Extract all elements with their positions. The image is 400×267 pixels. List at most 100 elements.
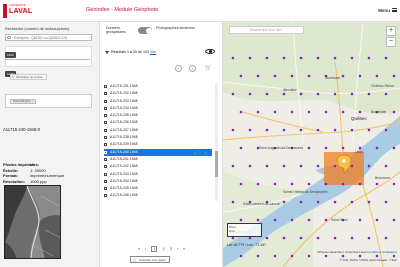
result-row[interactable]: A11715-232 1948 bbox=[104, 90, 212, 97]
photo-center-marker[interactable] bbox=[384, 164, 388, 168]
filter-icon[interactable] bbox=[105, 51, 109, 54]
photo-center-marker[interactable] bbox=[290, 182, 294, 186]
result-row[interactable]: A11715-242 1948 bbox=[104, 163, 212, 170]
result-row[interactable]: A11715-238 1948 bbox=[104, 134, 212, 141]
photo-center-marker[interactable] bbox=[265, 128, 269, 132]
photo-center-marker[interactable] bbox=[299, 92, 303, 96]
result-row[interactable]: A11715-231 1948 bbox=[104, 83, 212, 90]
collapse-all-button[interactable]: − bbox=[175, 65, 182, 72]
page-link[interactable]: 3 bbox=[170, 247, 172, 251]
photo-center-marker[interactable] bbox=[350, 236, 354, 240]
photo-center-marker[interactable] bbox=[367, 200, 371, 204]
photo-center-marker[interactable] bbox=[282, 56, 286, 60]
photo-center-marker[interactable] bbox=[265, 92, 269, 96]
photo-center-marker[interactable] bbox=[333, 128, 337, 132]
photo-center-marker[interactable] bbox=[282, 92, 286, 96]
result-row[interactable]: A11715-237 1948 bbox=[104, 127, 212, 134]
photo-center-marker[interactable] bbox=[392, 146, 396, 150]
photo-center-marker[interactable] bbox=[384, 128, 388, 132]
photo-center-marker[interactable] bbox=[299, 236, 303, 240]
photo-center-marker[interactable] bbox=[256, 182, 260, 186]
result-row[interactable]: A11715-234 1948 bbox=[104, 105, 212, 112]
photo-center-marker[interactable] bbox=[265, 236, 269, 240]
photo-center-marker[interactable] bbox=[333, 56, 337, 60]
photo-center-marker[interactable] bbox=[316, 164, 320, 168]
photo-center-marker[interactable] bbox=[248, 236, 252, 240]
photo-center-marker[interactable] bbox=[307, 74, 311, 78]
photo-center-marker[interactable] bbox=[290, 74, 294, 78]
result-row[interactable]: A11715-240 1948 ⌕ ⬚ 🛒 bbox=[104, 148, 212, 156]
photo-center-marker[interactable] bbox=[341, 254, 345, 258]
photo-center-marker[interactable] bbox=[341, 182, 345, 186]
page-link[interactable]: « bbox=[138, 247, 140, 251]
result-row[interactable]: A11715-233 1948 bbox=[104, 98, 212, 105]
year-from-badge[interactable]: 1940 bbox=[5, 52, 16, 58]
photo-center-marker[interactable] bbox=[324, 218, 328, 222]
expand-all-button[interactable]: + bbox=[189, 65, 196, 72]
photo-center-marker[interactable] bbox=[231, 92, 235, 96]
photo-center-marker[interactable] bbox=[239, 74, 243, 78]
result-row[interactable]: A11715-244 1948 bbox=[104, 178, 212, 185]
photo-center-marker[interactable] bbox=[231, 56, 235, 60]
photo-center-marker[interactable] bbox=[273, 254, 277, 258]
photo-center-marker[interactable] bbox=[384, 56, 388, 60]
menu-button[interactable]: Menu bbox=[378, 8, 390, 13]
photo-center-marker[interactable] bbox=[350, 128, 354, 132]
photo-center-marker[interactable] bbox=[248, 92, 252, 96]
photo-center-marker[interactable] bbox=[350, 164, 354, 168]
photo-center-marker[interactable] bbox=[367, 164, 371, 168]
photo-center-marker[interactable] bbox=[316, 200, 320, 204]
photo-center-marker[interactable] bbox=[358, 254, 362, 258]
photo-center-marker[interactable] bbox=[333, 164, 337, 168]
photo-center-marker[interactable] bbox=[392, 74, 396, 78]
results-scrollbar[interactable] bbox=[215, 83, 218, 201]
photo-center-marker[interactable] bbox=[239, 182, 243, 186]
photo-center-marker[interactable] bbox=[239, 146, 243, 150]
photo-center-marker[interactable] bbox=[316, 56, 320, 60]
photo-center-marker[interactable] bbox=[290, 110, 294, 114]
photo-center-marker[interactable] bbox=[392, 182, 396, 186]
zoom-in-button[interactable]: + bbox=[386, 26, 396, 36]
photo-center-marker[interactable] bbox=[307, 110, 311, 114]
photo-center-marker[interactable] bbox=[265, 164, 269, 168]
photo-center-marker[interactable] bbox=[316, 128, 320, 132]
photo-center-marker[interactable] bbox=[358, 218, 362, 222]
photo-center-marker[interactable] bbox=[350, 200, 354, 204]
close-icon[interactable]: × bbox=[32, 100, 34, 105]
photo-center-marker[interactable] bbox=[290, 218, 294, 222]
view-cart-button[interactable]: Consulter mon panier bbox=[130, 256, 170, 263]
photo-center-marker[interactable] bbox=[256, 110, 260, 114]
photo-center-marker[interactable] bbox=[375, 254, 379, 258]
photo-center-marker[interactable] bbox=[384, 236, 388, 240]
photo-center-marker[interactable] bbox=[358, 146, 362, 150]
photo-center-marker[interactable] bbox=[375, 74, 379, 78]
place-search-input[interactable]: Recherche d'un lieu bbox=[229, 26, 304, 34]
photo-center-marker[interactable] bbox=[282, 164, 286, 168]
photo-center-marker[interactable] bbox=[299, 200, 303, 204]
photo-center-marker[interactable] bbox=[350, 92, 354, 96]
year-slider-track[interactable] bbox=[5, 59, 90, 60]
photo-center-marker[interactable] bbox=[341, 146, 345, 150]
photo-center-marker[interactable] bbox=[384, 200, 388, 204]
photo-center-marker[interactable] bbox=[333, 236, 337, 240]
photo-center-marker[interactable] bbox=[358, 74, 362, 78]
photo-center-marker[interactable] bbox=[341, 110, 345, 114]
results-view-link[interactable]: Voir bbox=[150, 50, 156, 54]
year-filter-chip[interactable]: 1940-1948 (321) × bbox=[10, 99, 36, 104]
result-row[interactable]: A11715-245 1948 bbox=[104, 185, 212, 192]
photo-center-marker[interactable] bbox=[358, 110, 362, 114]
photo-center-marker[interactable] bbox=[367, 56, 371, 60]
data-type-toggle[interactable] bbox=[138, 27, 152, 34]
result-row[interactable]: A11715-239 1948 bbox=[104, 141, 212, 148]
photo-center-marker[interactable] bbox=[307, 218, 311, 222]
photo-center-marker[interactable] bbox=[316, 236, 320, 240]
photo-center-marker[interactable] bbox=[273, 218, 277, 222]
photo-center-marker[interactable] bbox=[290, 254, 294, 258]
photo-center-marker[interactable] bbox=[256, 74, 260, 78]
hamburger-icon[interactable] bbox=[392, 8, 397, 12]
photo-center-marker[interactable] bbox=[367, 92, 371, 96]
photo-center-marker[interactable] bbox=[358, 182, 362, 186]
reset-years-button[interactable]: Réinitialiser les années bbox=[10, 74, 47, 80]
photo-center-marker[interactable] bbox=[350, 56, 354, 60]
photo-center-marker[interactable] bbox=[282, 128, 286, 132]
